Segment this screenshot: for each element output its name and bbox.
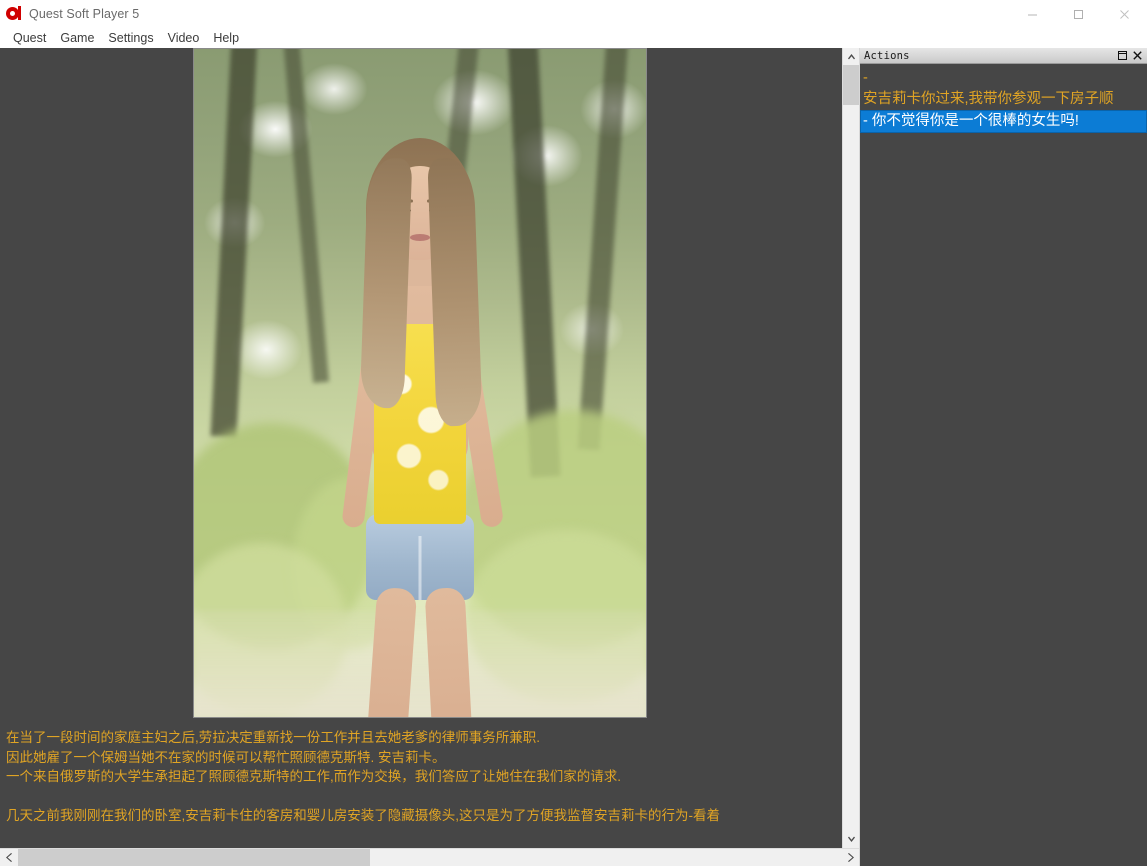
hscroll-thumb[interactable] xyxy=(18,849,370,866)
story-content: 在当了一段时间的家庭主妇之后,劳拉决定重新找一份工作并且去她老爹的律师事务所兼职… xyxy=(0,48,842,848)
menu-item-game[interactable]: Game xyxy=(53,30,101,47)
story-paragraph: 几天之前我刚刚在我们的卧室,安吉莉卡住的客房和婴儿房安装了隐藏摄像头,这只是为了… xyxy=(6,807,720,823)
main-body: 在当了一段时间的家庭主妇之后,劳拉决定重新找一份工作并且去她老爹的律师事务所兼职… xyxy=(0,48,1147,866)
actions-list: - 安吉莉卡你过来,我带你参观一下房子顺 - 你不觉得你是一个很棒的女生吗! xyxy=(860,64,1147,866)
app-logo-icon xyxy=(6,6,22,22)
window-title: Quest Soft Player 5 xyxy=(29,7,140,21)
story-image xyxy=(193,48,647,718)
hscroll-track[interactable] xyxy=(18,849,841,866)
minimize-button[interactable] xyxy=(1009,0,1055,28)
story-paragraph: 因此她雇了一个保姆当她不在家的时候可以帮忙照顾德克斯特. 安吉莉卡。 xyxy=(6,749,446,765)
menu-item-help[interactable]: Help xyxy=(206,30,246,47)
menu-item-quest[interactable]: Quest xyxy=(6,30,53,47)
action-item-continued[interactable]: 安吉莉卡你过来,我带你参观一下房子顺 xyxy=(860,89,1147,110)
story-paragraph: 一个来自俄罗斯的大学生承担起了照顾德克斯特的工作,而作为交换，我们答应了让她住在… xyxy=(6,769,622,784)
actions-restore-button[interactable] xyxy=(1115,49,1130,63)
menu-bar: Quest Game Settings Video Help xyxy=(0,28,1147,48)
app-window: Quest Soft Player 5 Quest Game Settings … xyxy=(0,0,1147,866)
story-text: 在当了一段时间的家庭主妇之后,劳拉决定重新找一份工作并且去她老爹的律师事务所兼职… xyxy=(6,728,838,825)
window-controls xyxy=(1009,0,1147,28)
story-vertical-scrollbar[interactable] xyxy=(842,48,859,848)
story-pane: 在当了一段时间的家庭主妇之后,劳拉决定重新找一份工作并且去她老爹的律师事务所兼职… xyxy=(0,48,860,866)
story-scroll-thumb[interactable] xyxy=(843,65,859,105)
action-item-selected[interactable]: - 你不觉得你是一个很棒的女生吗! xyxy=(860,110,1147,133)
scroll-right-icon[interactable] xyxy=(841,849,859,866)
action-item[interactable]: - xyxy=(860,68,1147,89)
actions-close-button[interactable] xyxy=(1130,49,1145,63)
photo-subject xyxy=(315,136,525,717)
actions-title-bar: Actions xyxy=(860,48,1147,64)
story-scroll-track[interactable] xyxy=(843,65,859,831)
maximize-button[interactable] xyxy=(1055,0,1101,28)
actions-panel-title: Actions xyxy=(864,49,910,62)
menu-item-settings[interactable]: Settings xyxy=(101,30,160,47)
title-bar: Quest Soft Player 5 xyxy=(0,0,1147,28)
actions-panel: Actions - 安吉莉卡你过来,我带你参观一下房子顺 - 你不觉得你是一个很… xyxy=(860,48,1147,866)
story-paragraph: 在当了一段时间的家庭主妇之后,劳拉决定重新找一份工作并且去她老爹的律师事务所兼职… xyxy=(6,730,541,745)
story-scroll-area: 在当了一段时间的家庭主妇之后,劳拉决定重新找一份工作并且去她老爹的律师事务所兼职… xyxy=(0,48,859,848)
scroll-down-icon[interactable] xyxy=(843,831,859,848)
story-horizontal-scrollbar[interactable] xyxy=(0,848,859,866)
scroll-left-icon[interactable] xyxy=(0,849,18,866)
close-button[interactable] xyxy=(1101,0,1147,28)
scroll-up-icon[interactable] xyxy=(843,48,859,65)
menu-item-video[interactable]: Video xyxy=(161,30,207,47)
